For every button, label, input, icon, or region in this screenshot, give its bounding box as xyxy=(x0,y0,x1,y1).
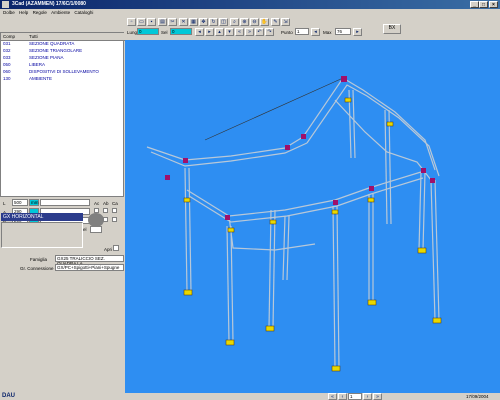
preview-area xyxy=(1,222,83,248)
truss-frame xyxy=(146,77,440,369)
menu-item[interactable]: Ambiente xyxy=(51,10,70,15)
grid-icon[interactable]: ▦ xyxy=(189,18,198,26)
component-list: Comp Tutti 031 SEZIONE QUADRATA 032 SEZION… xyxy=(0,32,125,197)
arrow-left-icon[interactable]: ◂ xyxy=(195,28,204,36)
all-header: Tutti xyxy=(29,34,38,39)
minimize-button[interactable]: _ xyxy=(470,1,479,8)
pen-icon[interactable]: ✎ xyxy=(271,18,280,26)
move-icon[interactable]: ✥ xyxy=(199,18,208,26)
arrow-up-icon[interactable]: ▴ xyxy=(215,28,224,36)
page-prev-icon[interactable]: ‹ xyxy=(338,393,347,400)
open-icon[interactable]: ▭ xyxy=(137,18,146,26)
max-label: Max xyxy=(323,30,332,35)
save-icon[interactable]: ▪ xyxy=(147,18,156,26)
list-item[interactable]: 031 SEZIONE QUADRATA xyxy=(1,41,123,48)
next-icon[interactable]: ▸ xyxy=(353,28,362,36)
rotate-right-icon[interactable]: ↷ xyxy=(265,28,274,36)
menu-item[interactable]: Regole xyxy=(33,10,47,15)
rotate-left-icon[interactable]: ↶ xyxy=(255,28,264,36)
page-first-icon[interactable]: « xyxy=(328,393,337,400)
delete-icon[interactable]: ✕ xyxy=(179,18,188,26)
zoom-in-icon[interactable]: ⊕ xyxy=(240,18,249,26)
lung-field[interactable]: 0 xyxy=(137,28,159,35)
ab-header: Ab xyxy=(103,201,109,206)
sel-field[interactable]: 0 xyxy=(170,28,192,35)
new-icon[interactable]: ▫ xyxy=(127,18,136,26)
maximize-button[interactable]: □ xyxy=(479,1,488,8)
dau-logo: DAU xyxy=(2,393,15,399)
list-item[interactable]: 033 SEZIONE PIANA xyxy=(1,55,123,62)
sel-label: Sel xyxy=(161,30,168,35)
max-field[interactable]: 76 xyxy=(335,28,351,35)
l-label: L xyxy=(3,201,6,206)
punto-field[interactable]: 1 xyxy=(295,28,309,35)
menu-item[interactable]: Help xyxy=(19,10,28,15)
status-bar: DAU « ‹ 1 › » 17/09/2004 xyxy=(0,393,500,400)
list-item[interactable]: 060 DISPOSITIVI DI SOLLEVAMENTO xyxy=(1,69,123,76)
checkbox[interactable] xyxy=(112,208,117,213)
selected-item[interactable]: GX HORIZONTAL xyxy=(1,213,83,221)
view-icon[interactable]: ◫ xyxy=(219,18,228,26)
rotate-icon[interactable]: ↻ xyxy=(209,18,218,26)
zoom-out-icon[interactable]: ⊖ xyxy=(250,18,259,26)
ca-header: Ca xyxy=(112,201,118,206)
connessione-label: Gr. Connessione xyxy=(20,266,54,271)
punto-label: Punto xyxy=(281,30,293,35)
page-next-icon[interactable]: › xyxy=(363,393,372,400)
list-item[interactable]: 050 LIBERA xyxy=(1,62,123,69)
menu-item[interactable]: Dolbe xyxy=(3,10,15,15)
connectors xyxy=(183,97,442,372)
title-bar: 3Cad (AZAMMEN) 17/6C/1/0080 _ □ × xyxy=(0,0,500,9)
l-extra-field[interactable] xyxy=(40,199,90,206)
page-last-icon[interactable]: » xyxy=(373,393,382,400)
list-item[interactable]: 032 SEZIONE TRIANGOLARE xyxy=(1,48,123,55)
ac-header: Ac xyxy=(94,201,100,206)
3d-viewport[interactable] xyxy=(125,40,500,393)
zoom-icon[interactable]: ⌕ xyxy=(230,18,239,26)
double-left-icon[interactable]: « xyxy=(235,28,244,36)
menu-item[interactable]: Cataloghi xyxy=(74,10,93,15)
famiglia-label: Famiglia xyxy=(30,257,48,262)
measure-icon[interactable]: ⇲ xyxy=(281,18,290,26)
left-panel: Comp Tutti 031 SEZIONE QUADRATA 032 SEZION… xyxy=(0,17,125,393)
arrow-down-icon[interactable]: ▾ xyxy=(225,28,234,36)
comp-header: Comp xyxy=(3,34,16,39)
arrow-right-icon[interactable]: ▸ xyxy=(205,28,214,36)
checkbox[interactable] xyxy=(112,217,117,222)
toolbar: ▫ ▭ ▪ ▤ ✂ ✕ ▦ ✥ ↻ ◫ ⌕ ⊕ ⊖ ✋ ✎ ⇲ Lung 0 S… xyxy=(125,17,500,40)
l-field[interactable]: 500 xyxy=(12,199,28,206)
hand-icon[interactable]: ✋ xyxy=(260,18,269,26)
list-item[interactable]: 130 AMBIENTE xyxy=(1,76,123,83)
apri-label: Apri xyxy=(104,247,113,252)
print-icon[interactable]: ▤ xyxy=(158,18,167,26)
famiglia-field[interactable]: GX25 TRALICCIO SEZ. QUADRA LA xyxy=(55,255,124,266)
bx-button[interactable]: BX xyxy=(383,24,401,34)
connessione-field[interactable]: GX/PC+Spigotti+Piani+Spugne xyxy=(55,264,124,271)
truss-structure-drawing xyxy=(146,76,442,372)
prev-icon[interactable]: ◂ xyxy=(311,28,320,36)
status-date: 17/09/2004 xyxy=(466,394,489,399)
preview-icon xyxy=(88,213,104,227)
checkbox[interactable] xyxy=(103,208,108,213)
apri-checkbox[interactable] xyxy=(113,245,119,251)
page-field[interactable]: 1 xyxy=(348,393,362,400)
sel2-field[interactable] xyxy=(90,226,102,233)
empty-panel xyxy=(0,275,124,393)
menu-bar: Dolbe Help Regole Ambiente Cataloghi xyxy=(0,9,500,17)
list-header: Comp Tutti xyxy=(1,33,125,41)
double-right-icon[interactable]: » xyxy=(245,28,254,36)
close-button[interactable]: × xyxy=(489,1,498,8)
window-title: 3Cad (AZAMMEN) 17/6C/1/0080 xyxy=(12,1,86,7)
l-unit: mm xyxy=(29,199,39,206)
cut-icon[interactable]: ✂ xyxy=(168,18,177,26)
lung-label: Lung xyxy=(127,30,138,35)
app-icon xyxy=(2,1,9,8)
